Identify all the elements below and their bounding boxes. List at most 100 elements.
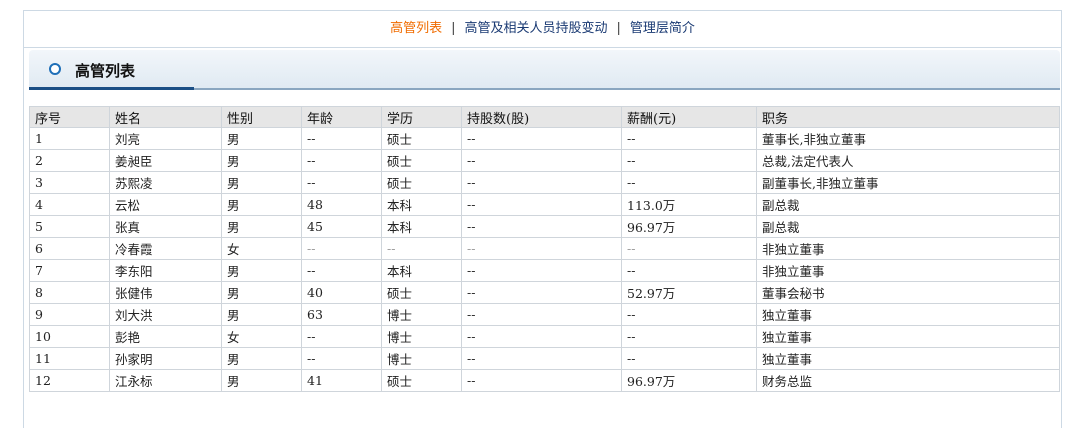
- col-header-salary: 薪酬(元): [621, 106, 757, 128]
- cell-position: 非独立董事: [756, 259, 1060, 282]
- cell-index: 8: [29, 281, 110, 304]
- cell-gender: 男: [221, 193, 302, 216]
- col-header-index: 序号: [29, 106, 110, 128]
- cell-name: 苏熙凌: [109, 171, 222, 194]
- cell-gender: 男: [221, 369, 302, 392]
- table-row: 8 张健伟男 40 硕士 -- 52.97万 董事会秘书: [29, 281, 1060, 304]
- cell-salary: --: [621, 303, 757, 326]
- cell-education: 博士: [381, 325, 462, 348]
- cell-education: --: [381, 237, 462, 260]
- cell-name: 姜昶臣: [109, 149, 222, 172]
- cell-education: 博士: [381, 347, 462, 370]
- cell-shares: --: [461, 215, 622, 238]
- cell-salary: --: [621, 171, 757, 194]
- nav-separator: |: [451, 21, 456, 36]
- cell-shares: --: [461, 347, 622, 370]
- cell-education: 硕士: [381, 149, 462, 172]
- cell-education: 硕士: [381, 369, 462, 392]
- cell-name: 张健伟: [109, 281, 222, 304]
- cell-salary: --: [621, 149, 757, 172]
- cell-name: 孙家明: [109, 347, 222, 370]
- table-row: 1 刘亮男 -- 硕士 -- -- 董事长,非独立董事: [29, 127, 1060, 150]
- cell-index: 10: [29, 325, 110, 348]
- cell-name: 彭艳: [109, 325, 222, 348]
- table-row: 2 姜昶臣男 -- 硕士 -- -- 总裁,法定代表人: [29, 149, 1060, 172]
- cell-position: 总裁,法定代表人: [756, 149, 1060, 172]
- cell-name: 冷春霞: [109, 237, 222, 260]
- cell-gender: 男: [221, 281, 302, 304]
- cell-position: 董事长,非独立董事: [756, 127, 1060, 150]
- cell-shares: --: [461, 237, 622, 260]
- cell-salary: 96.97万: [621, 215, 757, 238]
- cell-shares: --: [461, 193, 622, 216]
- section-title: 高管列表: [75, 62, 136, 80]
- col-header-gender: 性别: [221, 106, 302, 128]
- cell-age: 63: [301, 303, 382, 326]
- cell-age: --: [301, 171, 382, 194]
- cell-gender: 男: [221, 215, 302, 238]
- col-header-position: 职务: [756, 106, 1060, 128]
- cell-education: 硕士: [381, 171, 462, 194]
- cell-index: 9: [29, 303, 110, 326]
- table-row: 6 冷春霞女 -- -- -- -- 非独立董事: [29, 237, 1060, 260]
- col-header-name: 姓名: [109, 106, 222, 128]
- cell-age: 41: [301, 369, 382, 392]
- cell-age: --: [301, 347, 382, 370]
- cell-salary: --: [621, 127, 757, 150]
- cell-salary: 52.97万: [621, 281, 757, 304]
- cell-name: 云松: [109, 193, 222, 216]
- cell-education: 硕士: [381, 127, 462, 150]
- cell-shares: --: [461, 149, 622, 172]
- nav-link-management-intro[interactable]: 管理层简介: [630, 21, 695, 36]
- table-row: 7 李东阳男 -- 本科 -- -- 非独立董事: [29, 259, 1060, 282]
- cell-education: 本科: [381, 193, 462, 216]
- col-header-age: 年龄: [301, 106, 382, 128]
- table-row: 3 苏熙凌男 -- 硕士 -- -- 副董事长,非独立董事: [29, 171, 1060, 194]
- cell-position: 独立董事: [756, 303, 1060, 326]
- cell-position: 非独立董事: [756, 237, 1060, 260]
- cell-age: --: [301, 237, 382, 260]
- table-row: 11 孙家明男 -- 博士 -- -- 独立董事: [29, 347, 1060, 370]
- cell-position: 财务总监: [756, 369, 1060, 392]
- cell-education: 硕士: [381, 281, 462, 304]
- cell-age: --: [301, 149, 382, 172]
- cell-name: 李东阳: [109, 259, 222, 282]
- cell-age: 40: [301, 281, 382, 304]
- table-row: 12 江永标男 41 硕士 -- 96.97万 财务总监: [29, 369, 1060, 392]
- cell-position: 董事会秘书: [756, 281, 1060, 304]
- cell-index: 5: [29, 215, 110, 238]
- cell-index: 4: [29, 193, 110, 216]
- cell-name: 江永标: [109, 369, 222, 392]
- cell-shares: --: [461, 127, 622, 150]
- cell-name: 张真: [109, 215, 222, 238]
- cell-index: 11: [29, 347, 110, 370]
- cell-index: 1: [29, 127, 110, 150]
- cell-index: 6: [29, 237, 110, 260]
- cell-age: --: [301, 127, 382, 150]
- cell-index: 2: [29, 149, 110, 172]
- cell-age: --: [301, 325, 382, 348]
- cell-salary: --: [621, 237, 757, 260]
- top-nav: 高管列表 | 高管及相关人员持股变动 | 管理层简介: [24, 11, 1061, 48]
- table-row: 9 刘大洪男 63 博士 -- -- 独立董事: [29, 303, 1060, 326]
- col-header-shares: 持股数(股): [461, 106, 622, 128]
- cell-position: 副董事长,非独立董事: [756, 171, 1060, 194]
- executive-table: 序号 姓名 性别 年龄 学历 持股数(股) 薪酬(元) 职务 1 刘亮男 -- 硕士 -…: [29, 106, 1060, 392]
- col-header-education: 学历: [381, 106, 462, 128]
- nav-link-executive-list[interactable]: 高管列表: [390, 21, 442, 36]
- cell-name: 刘亮: [109, 127, 222, 150]
- section-tab-marker: [29, 87, 194, 90]
- cell-gender: 男: [221, 171, 302, 194]
- nav-link-shareholding-changes[interactable]: 高管及相关人员持股变动: [464, 21, 607, 36]
- table-row: 5 张真男 45 本科 -- 96.97万 副总裁: [29, 215, 1060, 238]
- cell-education: 博士: [381, 303, 462, 326]
- table-row: 4 云松男 48 本科 -- 113.0万 副总裁: [29, 193, 1060, 216]
- cell-age: 48: [301, 193, 382, 216]
- cell-name: 刘大洪: [109, 303, 222, 326]
- cell-education: 本科: [381, 259, 462, 282]
- cell-position: 副总裁: [756, 193, 1060, 216]
- cell-gender: 女: [221, 237, 302, 260]
- cell-shares: --: [461, 259, 622, 282]
- cell-salary: 113.0万: [621, 193, 757, 216]
- table-row: 10 彭艳女 -- 博士 -- -- 独立董事: [29, 325, 1060, 348]
